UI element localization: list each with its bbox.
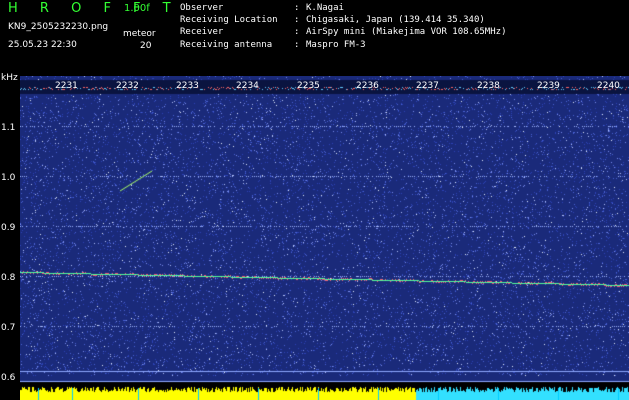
app-title: H R O F F T — [8, 1, 180, 16]
info-row-antenna: Receiving antenna: Maspro FM-3 — [180, 39, 366, 50]
spectrogram-plot — [20, 76, 629, 400]
info-row-receiver: Receiver: AirSpy mini (Miakejima VOR 108.… — [180, 27, 507, 38]
file-name: KN9_2505232230.png — [8, 22, 109, 32]
frequency-axis: kHz 1.1 1.0 0.9 0.8 0.7 0.6 — [0, 73, 20, 400]
frame-label: 2235 — [297, 81, 320, 91]
frame-label: 2232 — [116, 81, 139, 91]
axis-tick: 0.6 — [1, 373, 16, 383]
mode-label: meteor — [123, 29, 156, 39]
frame-label: 2234 — [236, 81, 259, 91]
axis-tick: 1.0 — [1, 173, 16, 183]
frame-label: 2233 — [176, 81, 199, 91]
frame-label: 2237 — [416, 81, 439, 91]
frame-label: 2239 — [537, 81, 560, 91]
axis-tick: 0.7 — [1, 323, 16, 333]
frame-label: 2240 — [597, 81, 620, 91]
axis-tick: 0.9 — [1, 223, 16, 233]
header: H R O F F T 1.00f KN9_2505232230.png 25.… — [0, 0, 629, 76]
frame-label: 2236 — [356, 81, 379, 91]
mode-value: 20 — [140, 41, 152, 51]
info-row-observer: Observer: K.Nagai — [180, 3, 344, 13]
station-info: Observer: K.Nagai Receiving Location: Chig… — [180, 2, 506, 51]
axis-tick: 1.1 — [1, 123, 16, 133]
date-time: 25.05.23 22:30 — [8, 40, 77, 50]
frame-label: 2231 — [55, 81, 78, 91]
frame-label: 2238 — [477, 81, 500, 91]
axis-unit: kHz — [1, 73, 18, 83]
axis-tick: 0.8 — [1, 273, 16, 283]
app-version: 1.00f — [124, 3, 150, 14]
info-row-location: Receiving Location: Chigasaki, Japan (139… — [180, 15, 485, 26]
